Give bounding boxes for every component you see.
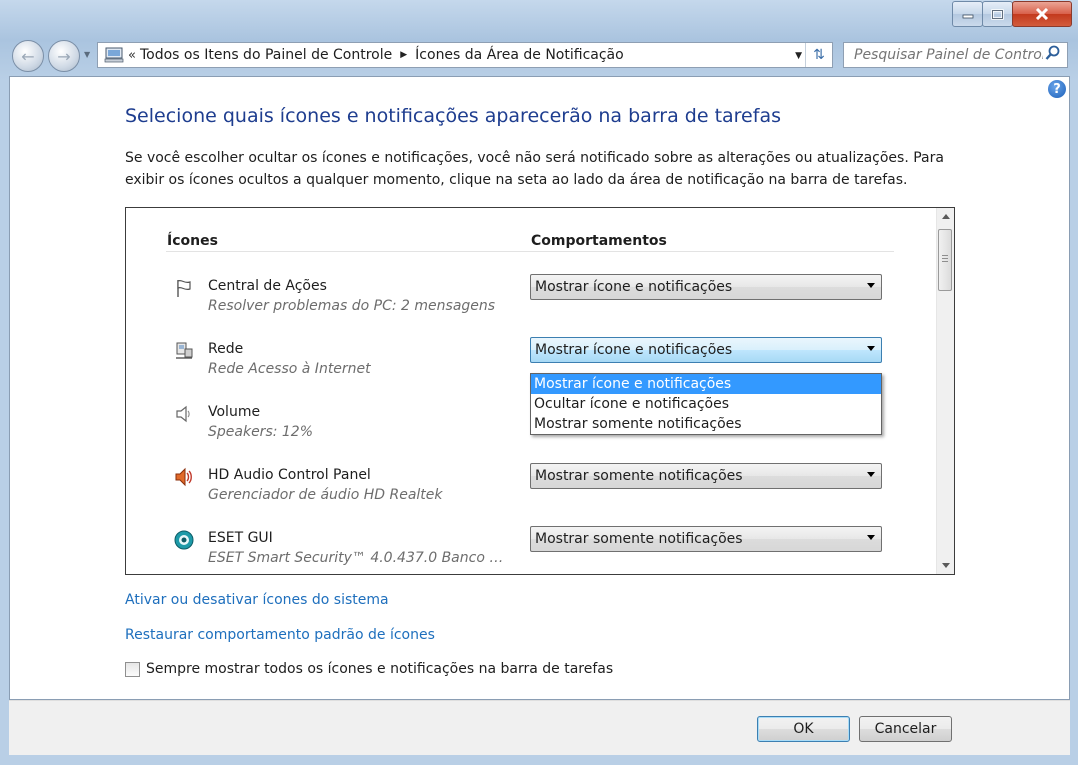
dialog-footer: OK Cancelar bbox=[9, 700, 1070, 755]
dropdown-option-hide[interactable]: Ocultar ícone e notificações bbox=[531, 394, 881, 414]
scroll-thumb[interactable] bbox=[938, 229, 952, 291]
close-button[interactable] bbox=[1012, 1, 1072, 27]
content-pane: ? Selecione quais ícones e notificações … bbox=[9, 76, 1070, 700]
speaker-icon bbox=[176, 405, 190, 423]
behavior-value: Mostrar ícone e notificações bbox=[535, 342, 733, 358]
always-show-checkbox[interactable] bbox=[125, 661, 140, 677]
page-title: Selecione quais ícones e notificações ap… bbox=[125, 105, 781, 127]
cancel-button[interactable]: Cancelar bbox=[859, 716, 952, 742]
always-show-row[interactable]: Sempre mostrar todos os ícones e notific… bbox=[125, 661, 613, 677]
caption-buttons bbox=[952, 1, 1072, 27]
behavior-value: Mostrar somente notificações bbox=[535, 531, 743, 547]
breadcrumb-separator-icon[interactable]: ▶ bbox=[400, 50, 407, 60]
close-icon bbox=[1035, 8, 1049, 20]
breadcrumb-overflow[interactable]: « bbox=[128, 48, 136, 63]
item-name: Volume bbox=[208, 404, 261, 420]
list-scrollbar[interactable] bbox=[936, 208, 954, 574]
help-icon[interactable]: ? bbox=[1048, 80, 1066, 98]
address-dropdown-icon[interactable]: ▼ bbox=[795, 51, 802, 61]
item-name: Central de Ações bbox=[208, 278, 327, 294]
breadcrumb-notification-icons[interactable]: Ícones da Área de Notificação bbox=[415, 47, 624, 63]
behavior-dropdown-list[interactable]: Mostrar ícone e notificações Ocultar íco… bbox=[530, 373, 882, 435]
minimize-button[interactable] bbox=[952, 1, 983, 27]
item-name: HD Audio Control Panel bbox=[208, 467, 371, 483]
flag-icon bbox=[177, 279, 191, 297]
item-description: Resolver problemas do PC: 2 mensagens bbox=[208, 298, 496, 314]
behavior-value: Mostrar ícone e notificações bbox=[535, 279, 733, 295]
item-description: ESET Smart Security™ 4.0.437.0 Banco de … bbox=[208, 550, 508, 566]
column-header-icons: Ícones bbox=[167, 233, 218, 249]
search-icon[interactable] bbox=[1045, 45, 1067, 65]
scroll-up-icon bbox=[941, 214, 950, 219]
search-box[interactable] bbox=[843, 42, 1068, 68]
always-show-label[interactable]: Sempre mostrar todos os ícones e notific… bbox=[146, 661, 613, 677]
behavior-select[interactable]: Mostrar somente notificações bbox=[530, 526, 882, 552]
item-description: Rede Acesso à Internet bbox=[208, 361, 371, 377]
column-header-behaviors: Comportamentos bbox=[531, 233, 667, 249]
scroll-down-button[interactable] bbox=[937, 557, 954, 574]
page-description: Se você escolher ocultar os ícones e not… bbox=[125, 150, 944, 188]
grip-icon bbox=[942, 255, 948, 263]
refresh-button[interactable]: ⇅ bbox=[805, 43, 832, 67]
minimize-icon bbox=[962, 14, 973, 19]
behavior-select-open[interactable]: Mostrar ícone e notificações bbox=[530, 337, 882, 363]
dropdown-option-notifications-only[interactable]: Mostrar somente notificações bbox=[531, 414, 881, 434]
item-description: Speakers: 12% bbox=[208, 424, 314, 440]
ok-button[interactable]: OK bbox=[757, 716, 850, 742]
back-button[interactable]: ← bbox=[12, 40, 44, 72]
list-item-central-de-acoes: Central de Ações Resolver problemas do P… bbox=[174, 274, 934, 328]
list-item-hd-audio: HD Audio Control Panel Gerenciador de áu… bbox=[174, 463, 934, 517]
header-divider bbox=[166, 251, 894, 252]
eset-icon bbox=[174, 530, 194, 550]
chevron-down-icon bbox=[867, 535, 875, 540]
chevron-down-icon bbox=[867, 472, 875, 477]
maximize-button[interactable] bbox=[982, 1, 1013, 27]
back-arrow-icon: ← bbox=[21, 46, 35, 66]
behavior-select[interactable]: Mostrar somente notificações bbox=[530, 463, 882, 489]
window: ← → ▼ « Todos os Itens do Painel de Cont… bbox=[0, 0, 1078, 765]
audio-panel-icon bbox=[175, 467, 192, 487]
scroll-up-button[interactable] bbox=[937, 208, 954, 225]
restore-defaults-link[interactable]: Restaurar comportamento padrão de ícones bbox=[125, 627, 435, 643]
list-item-eset-gui: ESET GUI ESET Smart Security™ 4.0.437.0 … bbox=[174, 526, 934, 580]
forward-arrow-icon: → bbox=[57, 46, 71, 66]
item-name: ESET GUI bbox=[208, 530, 273, 546]
system-icons-link[interactable]: Ativar ou desativar ícones do sistema bbox=[125, 592, 389, 608]
search-input[interactable] bbox=[852, 46, 1045, 64]
chevron-down-icon bbox=[867, 283, 875, 288]
scroll-down-icon bbox=[941, 563, 950, 568]
dropdown-option-show-all[interactable]: Mostrar ícone e notificações bbox=[531, 374, 881, 394]
breadcrumb-all-items[interactable]: Todos os Itens do Painel de Controle bbox=[140, 47, 392, 63]
address-bar[interactable]: « Todos os Itens do Painel de Controle ▶… bbox=[97, 42, 833, 68]
behavior-value: Mostrar somente notificações bbox=[535, 468, 743, 484]
control-panel-icon bbox=[104, 47, 124, 63]
chevron-down-icon bbox=[867, 346, 875, 351]
notification-icons-list[interactable]: Ícones Comportamentos Central de Ações R… bbox=[125, 207, 955, 575]
item-description: Gerenciador de áudio HD Realtek bbox=[208, 487, 443, 503]
behavior-select[interactable]: Mostrar ícone e notificações bbox=[530, 274, 882, 300]
maximize-icon bbox=[991, 8, 1004, 20]
forward-button[interactable]: → bbox=[48, 40, 80, 72]
refresh-icon: ⇅ bbox=[813, 47, 825, 63]
network-icon bbox=[176, 342, 193, 359]
recent-pages-dropdown[interactable]: ▼ bbox=[84, 50, 90, 59]
item-name: Rede bbox=[208, 341, 244, 357]
